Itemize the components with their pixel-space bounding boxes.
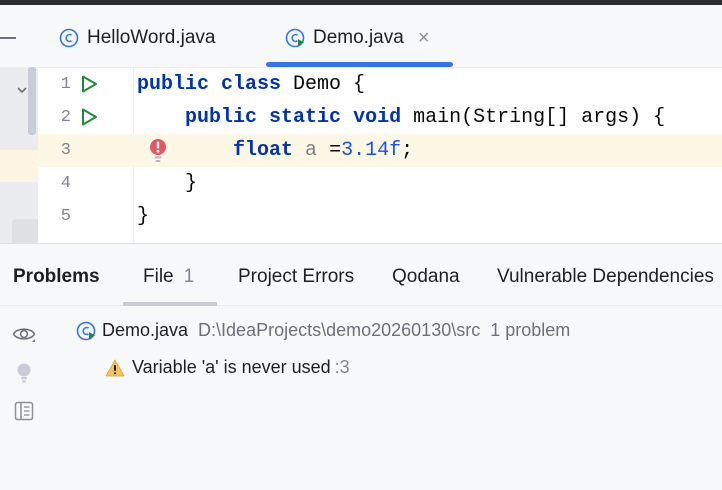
- problems-tab-bar: Problems File 1 Project Errors Qodana Vul…: [0, 244, 722, 306]
- tab-demo[interactable]: Demo.java ×: [285, 23, 430, 53]
- code-line: 2 public static void main(String[] args)…: [38, 101, 722, 134]
- problem-message: Variable 'a' is never used: [132, 357, 331, 377]
- active-tab-indicator: [123, 302, 217, 306]
- left-tool-strip: [0, 5, 38, 243]
- bulb-icon[interactable]: [12, 361, 36, 385]
- preview-icon[interactable]: [12, 399, 36, 423]
- class-file-icon: [59, 28, 79, 48]
- code-text: }: [137, 205, 150, 228]
- code-text: public static void main(String[] args) {: [185, 106, 666, 129]
- problem-item[interactable]: Variable 'a' is never used :3: [105, 357, 350, 378]
- problems-panel: Problems File 1 Project Errors Qodana Vul…: [0, 243, 722, 490]
- tab-label: HelloWord.java: [87, 27, 216, 48]
- close-icon[interactable]: ×: [418, 27, 430, 50]
- tab-vulnerable-dependencies[interactable]: Vulnerable Dependencies: [497, 266, 714, 288]
- problem-line-ref: :3: [334, 357, 350, 377]
- line-number: 4: [60, 174, 71, 193]
- code-line: 4 }: [38, 167, 722, 200]
- active-tab-indicator: [266, 62, 453, 67]
- tab-count: 1: [183, 266, 195, 287]
- panel-title: Problems: [13, 266, 100, 287]
- tab-qodana[interactable]: Qodana: [392, 266, 460, 288]
- line-number: 1: [60, 75, 71, 94]
- code-text: }: [185, 172, 198, 195]
- editor-tab-bar: HelloWord.java Demo.java ×: [38, 5, 722, 68]
- tab-label: Demo.java: [313, 27, 404, 48]
- file-name: Demo.java: [102, 320, 189, 340]
- lower-scrollbar[interactable]: [12, 219, 38, 243]
- code-line: 1 public class Demo {: [38, 68, 722, 101]
- line-number: 3: [60, 141, 71, 160]
- problems-side-toolbar: [0, 306, 48, 490]
- code-line: 5 }: [38, 200, 722, 233]
- line-number: 5: [60, 207, 71, 226]
- minimize-icon[interactable]: [0, 37, 16, 39]
- run-icon[interactable]: [79, 74, 99, 94]
- warning-icon: [105, 359, 125, 376]
- file-path: D:\IdeaProjects\demo20260130\src: [198, 320, 481, 340]
- runnable-class-icon: [76, 321, 96, 340]
- runnable-class-icon: [285, 28, 305, 48]
- code-text: float a =3.14f;: [233, 139, 414, 162]
- code-text: public class Demo {: [137, 73, 366, 96]
- project-scrollbar[interactable]: [28, 67, 36, 135]
- tab-project-errors[interactable]: Project Errors: [238, 266, 354, 288]
- problem-count: 1 problem: [490, 320, 571, 340]
- tab-file[interactable]: File 1: [143, 266, 194, 288]
- run-icon[interactable]: [79, 107, 99, 127]
- left-strip-highlight: [0, 150, 38, 182]
- chevron-down-icon[interactable]: [17, 85, 27, 95]
- problem-file-node[interactable]: Demo.java D:\IdeaProjects\demo20260130\s…: [76, 320, 570, 341]
- line-number: 2: [60, 108, 71, 127]
- code-editor[interactable]: 1 public class Demo { 2 public static vo…: [38, 68, 722, 243]
- eye-icon[interactable]: [12, 322, 36, 346]
- code-line-highlighted: 3 float a =3.14f;: [38, 134, 722, 167]
- tab-helloword[interactable]: HelloWord.java: [59, 23, 215, 53]
